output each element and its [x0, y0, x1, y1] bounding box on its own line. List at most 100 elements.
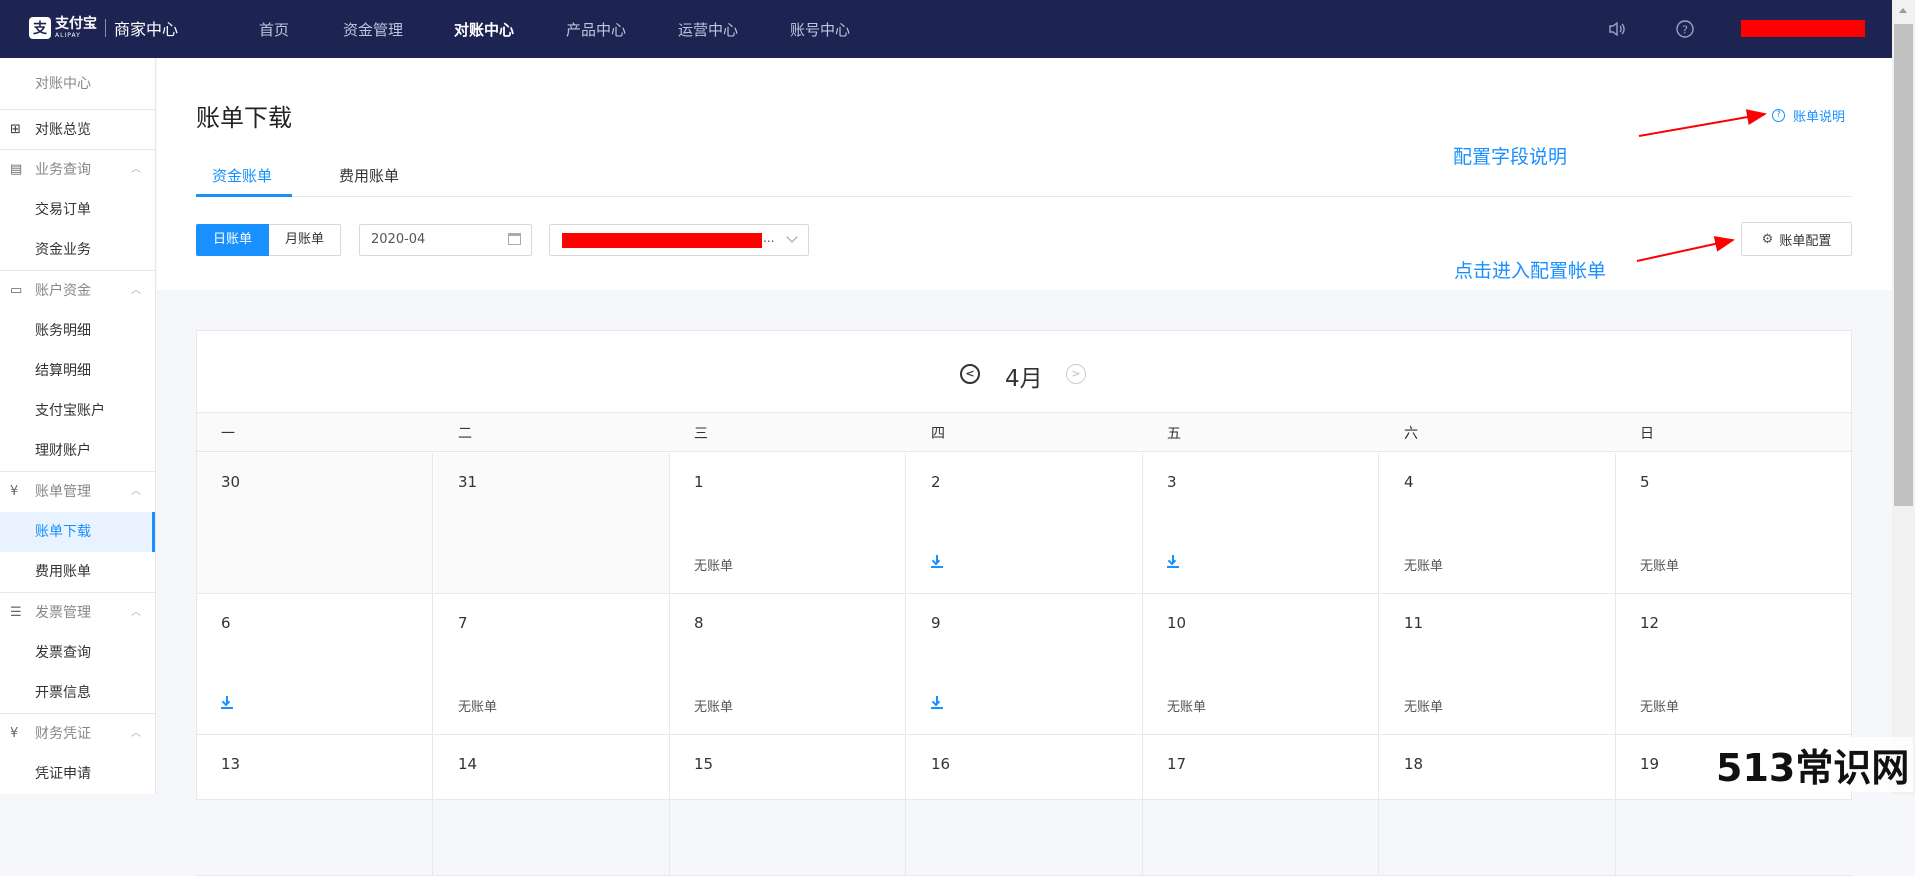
sidebar-item-settlement-details[interactable]: 结算明细: [0, 351, 155, 391]
calendar-day-cell[interactable]: 14: [434, 735, 670, 876]
next-month-icon[interactable]: >: [1066, 364, 1086, 384]
alipay-logo[interactable]: 支 支付宝 ALIPAY 商家中心: [29, 16, 178, 40]
tab-fund-bill[interactable]: 资金账单: [212, 165, 272, 186]
page-scrollbar[interactable]: [1892, 0, 1915, 794]
monthly-bill-button[interactable]: 月账单: [269, 224, 342, 256]
month-picker[interactable]: 2020-04: [359, 224, 532, 256]
scrollbar-thumb[interactable]: [1894, 24, 1913, 506]
calendar-day-cell[interactable]: 31: [434, 453, 670, 594]
sidebar-item-bill-download[interactable]: 账单下载: [0, 512, 155, 552]
calendar-day-cell[interactable]: 13: [197, 735, 433, 876]
calendar-day-cell[interactable]: 5 无账单: [1616, 453, 1852, 594]
sidebar-item-invoice-query[interactable]: 发票查询: [0, 633, 155, 673]
sidebar-group-financial-voucher[interactable]: ¥ 财务凭证 ︿: [0, 714, 155, 754]
calendar-day-cell[interactable]: 18: [1380, 735, 1616, 876]
voucher-icon: ¥: [10, 726, 19, 741]
nav-account-center[interactable]: 账号中心: [790, 19, 850, 40]
sidebar-group-account-funds[interactable]: ▭ 账户资金 ︿: [0, 271, 155, 311]
calendar-day-cell[interactable]: 7 无账单: [434, 594, 670, 735]
day-number: 17: [1167, 755, 1187, 773]
sidebar-group-invoice-management[interactable]: ☰ 发票管理 ︿: [0, 593, 155, 633]
nav-home[interactable]: 首页: [259, 19, 289, 40]
sidebar-group-business-query[interactable]: ▤ 业务查询 ︿: [0, 150, 155, 190]
sidebar-item-wealth-account[interactable]: 理财账户: [0, 431, 155, 471]
daily-bill-button[interactable]: 日账单: [196, 224, 270, 256]
calendar-day-cell[interactable]: 30: [197, 453, 433, 594]
calendar-day-cell[interactable]: 4 无账单: [1380, 453, 1616, 594]
bill-icon: ¥: [10, 484, 19, 499]
tab-fee-bill[interactable]: 费用账单: [339, 165, 399, 186]
nav-reconciliation-center[interactable]: 对账中心: [454, 19, 514, 40]
no-bill-label: 无账单: [458, 700, 498, 715]
sidebar-item-fee-bill[interactable]: 费用账单: [0, 552, 155, 592]
day-number: 6: [221, 614, 231, 632]
sidebar-item-alipay-account[interactable]: 支付宝账户: [0, 391, 155, 431]
logo-subtitle: 商家中心: [114, 20, 179, 39]
prev-month-icon[interactable]: <: [960, 364, 980, 384]
day-number: 9: [931, 614, 941, 632]
calendar-day-cell[interactable]: 9: [907, 594, 1143, 735]
bill-calendar: < 4月 > 一 二 三 四 五 六 日 30 31 1 无账单 2 3 4 无账单 5 无账单 6 7 无账单 8 无…: [196, 330, 1852, 876]
gear-icon: ⚙: [1761, 231, 1774, 247]
sidebar-item-voucher-apply[interactable]: 凭证申请: [0, 754, 155, 794]
sidebar-group-bill-management[interactable]: ¥ 账单管理 ︿: [0, 472, 155, 512]
calendar-day-cell[interactable]: 16: [907, 735, 1143, 876]
day-number: 30: [221, 473, 241, 491]
day-number: 1: [694, 473, 704, 491]
scroll-up-icon[interactable]: [1899, 8, 1907, 13]
no-bill-label: 无账单: [1404, 700, 1444, 715]
no-bill-label: 无账单: [694, 700, 734, 715]
calendar-day-cell[interactable]: 8 无账单: [670, 594, 906, 735]
calendar-day-cell[interactable]: 1 无账单: [670, 453, 906, 594]
download-icon[interactable]: [221, 696, 233, 709]
chevron-up-icon: ︿: [131, 607, 141, 618]
calendar-day-cell[interactable]: 11 无账单: [1380, 594, 1616, 735]
calendar-day-cell[interactable]: 6: [197, 594, 433, 735]
download-icon[interactable]: [931, 696, 943, 709]
nav-operations-center[interactable]: 运营中心: [678, 19, 738, 40]
redacted-username[interactable]: [1741, 20, 1865, 37]
day-number: 18: [1404, 755, 1424, 773]
calendar-day-cell[interactable]: 15: [670, 735, 906, 876]
calendar-day-cell[interactable]: 10 无账单: [1143, 594, 1379, 735]
sidebar-item-trade-orders[interactable]: 交易订单: [0, 190, 155, 230]
logo-divider: [105, 19, 106, 37]
sidebar-item-invoice-info[interactable]: 开票信息: [0, 673, 155, 713]
download-icon[interactable]: [931, 555, 943, 568]
top-navbar: 支 支付宝 ALIPAY 商家中心 首页 资金管理 对账中心 产品中心 运营中心…: [0, 0, 1915, 58]
chevron-up-icon: ︿: [131, 486, 141, 497]
document-search-icon: ▤: [10, 162, 23, 177]
nav-fund-management[interactable]: 资金管理: [343, 19, 403, 40]
calendar-day-cell[interactable]: 17: [1143, 735, 1379, 876]
weekday-label: 日: [1640, 426, 1654, 442]
calendar-day-cell[interactable]: 12 无账单: [1616, 594, 1852, 735]
sidebar-item-account-details[interactable]: 账务明细: [0, 311, 155, 351]
calendar-day-cell[interactable]: 3: [1143, 453, 1379, 594]
nav-product-center[interactable]: 产品中心: [566, 19, 626, 40]
day-number: 19: [1640, 755, 1660, 773]
no-bill-label: 无账单: [1404, 559, 1444, 574]
no-bill-label: 无账单: [1640, 559, 1680, 574]
month-picker-value: 2020-04: [371, 232, 426, 247]
speaker-icon[interactable]: [1607, 19, 1627, 39]
account-select[interactable]: ...: [549, 224, 809, 256]
sidebar-item-fund-business[interactable]: 资金业务: [0, 230, 155, 270]
weekday-label: 五: [1167, 426, 1181, 442]
wallet-icon: ▭: [10, 283, 23, 298]
calendar-header: < 4月 >: [197, 331, 1851, 412]
sidebar-item-overview[interactable]: ⊞ 对账总览: [0, 110, 155, 150]
annotation-config-hint: 点击进入配置帐单: [1454, 260, 1607, 282]
weekday-label: 二: [458, 426, 472, 442]
download-icon[interactable]: [1167, 555, 1179, 568]
bill-tabs: 资金账单 费用账单: [196, 157, 1852, 197]
bill-help-link[interactable]: ? 账单说明: [1772, 106, 1845, 125]
help-icon[interactable]: ?: [1675, 19, 1695, 39]
day-number: 8: [694, 614, 704, 632]
sidebar-title: 对账中心: [0, 58, 155, 110]
day-number: 10: [1167, 614, 1187, 632]
day-number: 2: [931, 473, 941, 491]
sidebar: 对账中心 ⊞ 对账总览 ▤ 业务查询 ︿ 交易订单 资金业务 ▭ 账户资金 ︿ …: [0, 58, 156, 794]
calendar-day-cell[interactable]: 2: [907, 453, 1143, 594]
bill-config-button[interactable]: ⚙ 账单配置: [1741, 222, 1852, 256]
day-number: 14: [458, 755, 478, 773]
